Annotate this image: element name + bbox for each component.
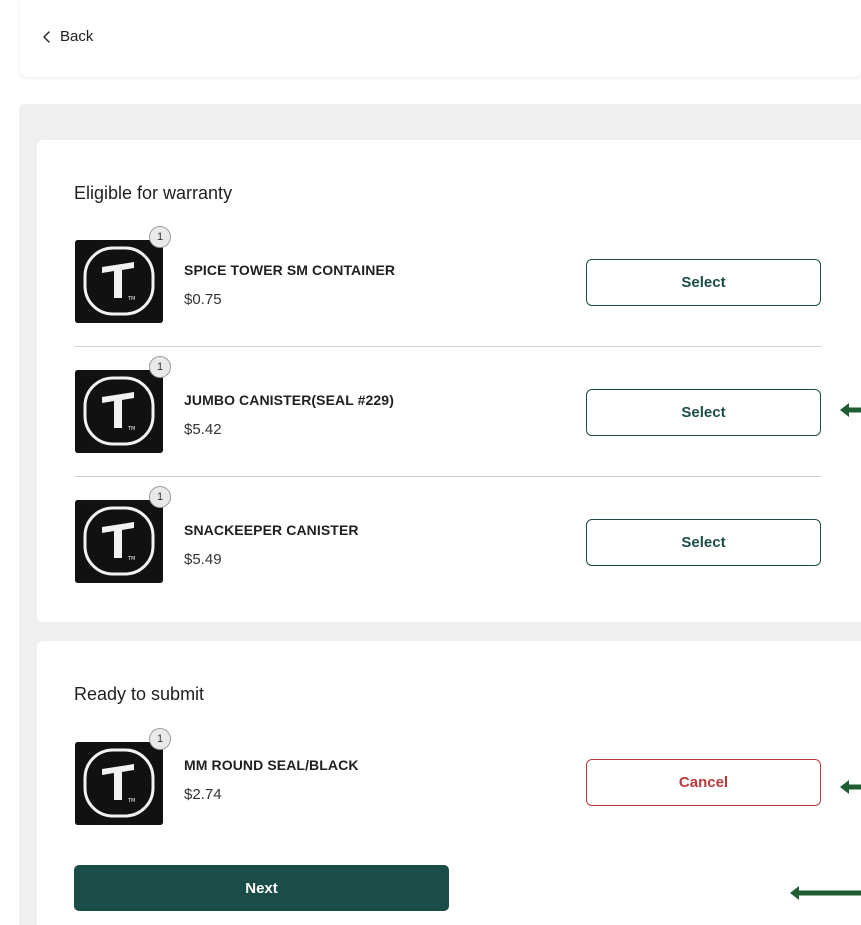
svg-text:TM: TM [127, 296, 135, 302]
svg-text:TM: TM [127, 556, 135, 562]
item-price: $5.49 [184, 551, 222, 568]
item-price: $0.75 [184, 291, 222, 308]
cancel-button[interactable]: Cancel [586, 759, 821, 806]
tupperware-logo-icon: TM [75, 742, 163, 825]
quantity-badge: 1 [149, 356, 171, 378]
back-label: Back [60, 28, 94, 45]
eligible-title: Eligible for warranty [74, 183, 233, 203]
back-button[interactable]: Back [40, 28, 93, 45]
divider [75, 476, 821, 477]
quantity-badge: 1 [149, 486, 171, 508]
list-item: TM 1 SPICE TOWER SM CONTAINER $0.75 Sele… [37, 226, 861, 334]
product-thumbnail: TM 1 [75, 728, 171, 825]
product-thumbnail: TM 1 [75, 486, 171, 583]
product-thumbnail: TM 1 [75, 226, 171, 323]
list-item: TM 1 SNACKEEPER CANISTER $5.49 Select [37, 486, 861, 594]
item-name: JUMBO CANISTER(SEAL #229) [184, 392, 394, 408]
item-price: $2.74 [184, 786, 222, 803]
tupperware-logo-icon: TM [75, 500, 163, 583]
arrow-left-icon [790, 886, 861, 900]
tupperware-logo-icon: TM [75, 240, 163, 323]
select-button[interactable]: Select [586, 259, 821, 306]
select-button[interactable]: Select [586, 519, 821, 566]
submit-card: Ready to submit TM 1 MM ROUND SEAL/BLACK… [37, 641, 861, 925]
item-name: SPICE TOWER SM CONTAINER [184, 262, 396, 278]
item-name: SNACKEEPER CANISTER [184, 522, 359, 538]
tupperware-logo-icon: TM [75, 370, 163, 453]
header-bar: Back [20, 0, 861, 77]
product-thumbnail: TM 1 [75, 356, 171, 453]
arrow-left-icon [840, 780, 861, 794]
list-item: TM 1 JUMBO CANISTER(SEAL #229) $5.42 Sel… [37, 356, 861, 464]
svg-text:TM: TM [127, 798, 135, 804]
svg-text:TM: TM [127, 426, 135, 432]
submit-title: Ready to submit [74, 684, 205, 704]
chevron-left-icon [43, 30, 50, 43]
next-button[interactable]: Next [74, 865, 449, 911]
eligible-card: Eligible for warranty TM 1 SPICE TOWER S… [37, 140, 861, 622]
divider [75, 346, 821, 347]
quantity-badge: 1 [149, 728, 171, 750]
item-price: $5.42 [184, 421, 222, 438]
list-item: TM 1 MM ROUND SEAL/BLACK $2.74 Cancel [37, 728, 861, 836]
arrow-left-icon [840, 403, 861, 417]
item-name: MM ROUND SEAL/BLACK [184, 757, 359, 773]
quantity-badge: 1 [149, 226, 171, 248]
select-button[interactable]: Select [586, 389, 821, 436]
